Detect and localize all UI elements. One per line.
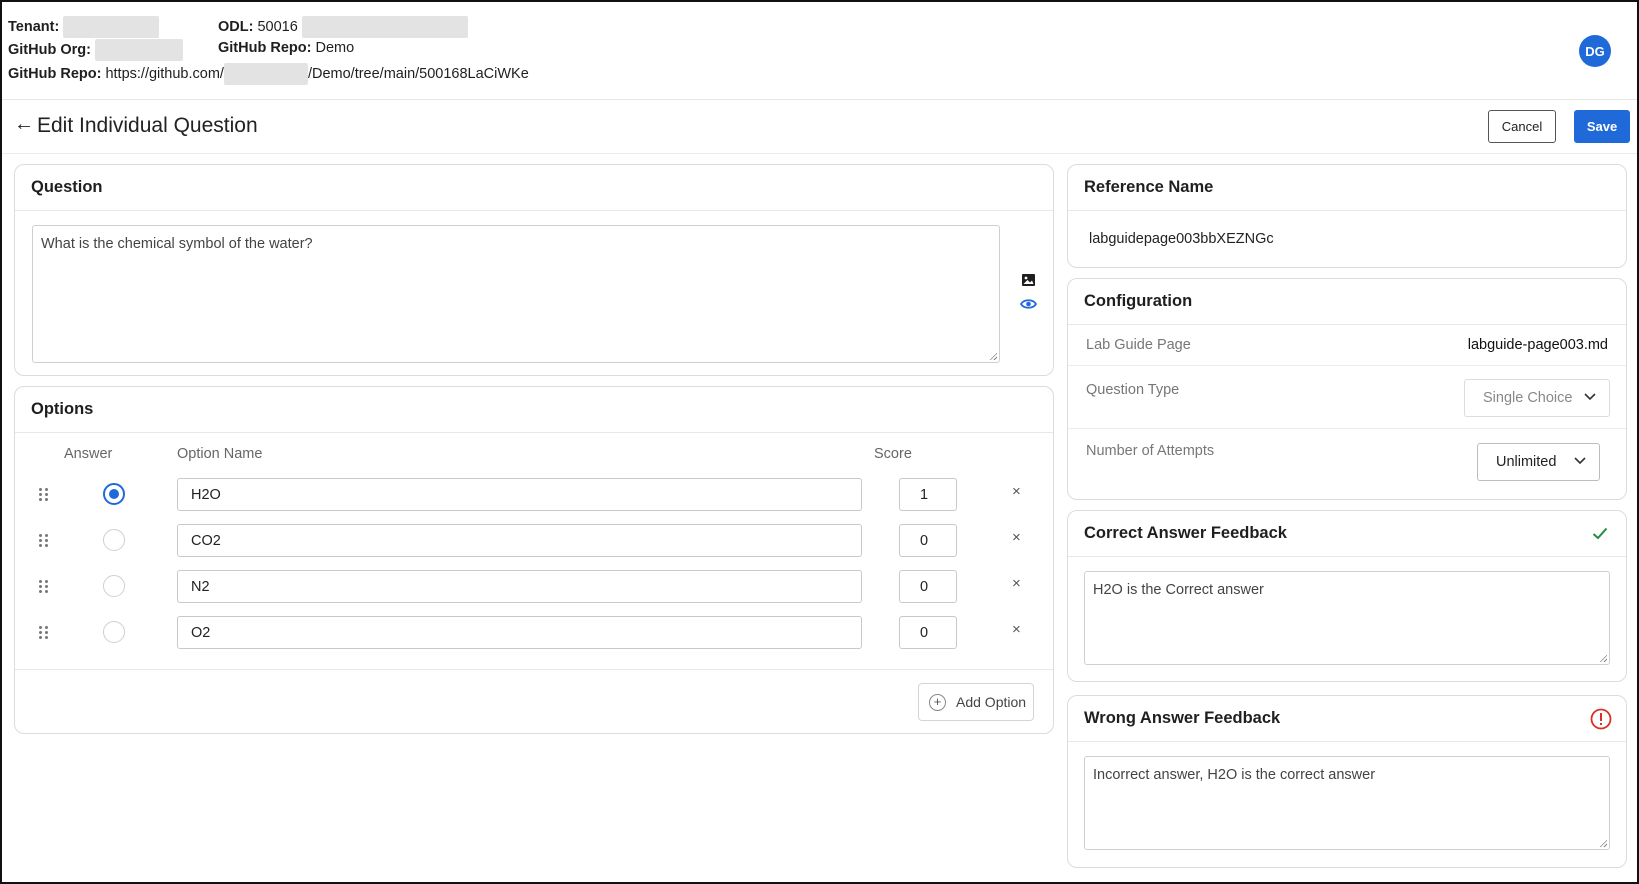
correct-feedback-textarea[interactable]: H2O is the Correct answer — [1084, 571, 1610, 665]
lab-guide-row: Lab Guide Page labguide-page003.md — [1068, 325, 1626, 366]
lab-guide-value: labguide-page003.md — [1467, 337, 1608, 353]
question-type-label: Question Type — [1086, 382, 1180, 398]
resize-grip-icon[interactable] — [989, 352, 997, 360]
wrong-feedback-textarea[interactable]: Incorrect answer, H2O is the correct ans… — [1084, 756, 1610, 850]
github-org-redacted — [95, 39, 183, 61]
github-url-label: GitHub Repo: — [8, 65, 102, 82]
tenant-row: Tenant: — [8, 16, 160, 38]
attempts-value: Unlimited — [1496, 454, 1557, 470]
attempts-row: Number of Attempts Unlimited — [1068, 429, 1626, 499]
question-type-value: Single Choice — [1483, 390, 1573, 406]
drag-handle-icon[interactable] — [39, 534, 49, 547]
option-score-input[interactable]: 1 — [899, 478, 957, 511]
reference-name-card: Reference Name labguidepage003bbXEZNGc — [1067, 164, 1627, 268]
question-text: What is the chemical symbol of the water… — [41, 236, 313, 252]
plus-circle-icon: + — [929, 693, 946, 711]
github-repo-label: GitHub Repo: — [218, 40, 312, 56]
back-arrow-icon[interactable]: ← — [14, 113, 34, 136]
odl-label: ODL: — [218, 18, 254, 35]
user-avatar[interactable]: DG — [1579, 35, 1611, 67]
question-heading: Question — [15, 165, 1053, 211]
correct-feedback-text: H2O is the Correct answer — [1093, 582, 1264, 598]
question-card: Question What is the chemical symbol of … — [14, 164, 1054, 376]
save-button[interactable]: Save — [1574, 110, 1630, 143]
add-option-label: Add Option — [956, 694, 1027, 710]
option-name-input[interactable]: H2O — [177, 478, 862, 511]
lab-guide-label: Lab Guide Page — [1086, 337, 1191, 353]
option-score-input[interactable]: 0 — [899, 616, 957, 649]
reference-name-heading: Reference Name — [1068, 165, 1626, 211]
tenant-redacted — [63, 16, 160, 38]
attempts-label: Number of Attempts — [1086, 443, 1215, 459]
configuration-card: Configuration Lab Guide Page labguide-pa… — [1067, 278, 1627, 500]
wrong-feedback-card: Wrong Answer Feedback Incorrect answer, … — [1067, 695, 1627, 868]
tenant-label: Tenant: — [8, 18, 60, 35]
drag-handle-icon[interactable] — [39, 488, 49, 501]
option-name-input[interactable]: CO2 — [177, 524, 862, 557]
drag-handle-icon[interactable] — [39, 626, 49, 639]
correct-feedback-title: Correct Answer Feedback — [1084, 524, 1287, 542]
wrong-feedback-text: Incorrect answer, H2O is the correct ans… — [1093, 767, 1376, 783]
correct-feedback-card: Correct Answer Feedback H2O is the Corre… — [1067, 510, 1627, 682]
image-icon[interactable] — [1021, 273, 1036, 287]
remove-option-icon[interactable]: × — [1012, 483, 1021, 500]
check-icon — [1592, 527, 1608, 540]
github-repo-row: GitHub Repo: Demo — [218, 40, 354, 56]
option-name-input[interactable]: O2 — [177, 616, 862, 649]
github-url-prefix: https://github.com/ — [105, 65, 224, 82]
remove-option-icon[interactable]: × — [1012, 575, 1021, 592]
chevron-down-icon — [1584, 393, 1596, 401]
github-url-row: GitHub Repo: https://github.com/ /Demo/tr… — [8, 63, 529, 85]
odl-value: 50016 — [257, 18, 298, 35]
cancel-button[interactable]: Cancel — [1488, 110, 1556, 143]
github-repo-value: Demo — [315, 40, 355, 56]
remove-option-icon[interactable]: × — [1012, 529, 1021, 546]
github-url-suffix: /Demo/tree/main/500168LaCiWKe — [307, 65, 529, 82]
resize-grip-icon[interactable] — [1599, 839, 1607, 847]
odl-row: ODL: 50016 — [218, 16, 468, 38]
page-title: Edit Individual Question — [37, 114, 258, 137]
add-option-button[interactable]: + Add Option — [918, 683, 1034, 721]
attempts-select[interactable]: Unlimited — [1477, 443, 1600, 481]
chevron-down-icon[interactable] — [1573, 453, 1587, 467]
answer-radio[interactable] — [103, 621, 125, 643]
score-column-header: Score — [874, 446, 912, 462]
odl-redacted — [301, 16, 468, 38]
question-type-select: Single Choice — [1464, 379, 1610, 417]
eye-icon[interactable] — [1020, 298, 1037, 310]
question-textarea[interactable]: What is the chemical symbol of the water… — [32, 225, 1000, 363]
option-name-input[interactable]: N2 — [177, 570, 862, 603]
github-org-label: GitHub Org: — [8, 41, 91, 58]
drag-handle-icon[interactable] — [39, 580, 49, 593]
reference-name-value: labguidepage003bbXEZNGc — [1089, 231, 1274, 247]
github-url-redacted — [223, 63, 308, 85]
wrong-feedback-heading: Wrong Answer Feedback — [1068, 696, 1626, 742]
github-org-row: GitHub Org: — [8, 39, 183, 61]
remove-option-icon[interactable]: × — [1012, 621, 1021, 638]
answer-column-header: Answer — [64, 446, 113, 462]
context-header: Tenant: ODL: 50016 GitHub Org: GitHub Re… — [2, 2, 1637, 100]
options-divider — [15, 669, 1053, 670]
options-card: Options Answer Option Name Score H2O 1 ×… — [14, 386, 1054, 734]
option-score-input[interactable]: 0 — [899, 570, 957, 603]
options-heading: Options — [15, 387, 1053, 433]
resize-grip-icon[interactable] — [1599, 654, 1607, 662]
answer-radio[interactable] — [103, 483, 125, 505]
wrong-feedback-title: Wrong Answer Feedback — [1084, 709, 1281, 727]
answer-radio[interactable] — [103, 575, 125, 597]
page-header: ← Edit Individual Question Cancel Save — [2, 100, 1637, 154]
answer-radio[interactable] — [103, 529, 125, 551]
alert-circle-icon — [1590, 708, 1612, 730]
correct-feedback-heading: Correct Answer Feedback — [1068, 511, 1626, 557]
option-score-input[interactable]: 0 — [899, 524, 957, 557]
question-type-row: Question Type Single Choice — [1068, 366, 1626, 429]
configuration-heading: Configuration — [1068, 279, 1626, 325]
option-name-column-header: Option Name — [177, 446, 263, 462]
